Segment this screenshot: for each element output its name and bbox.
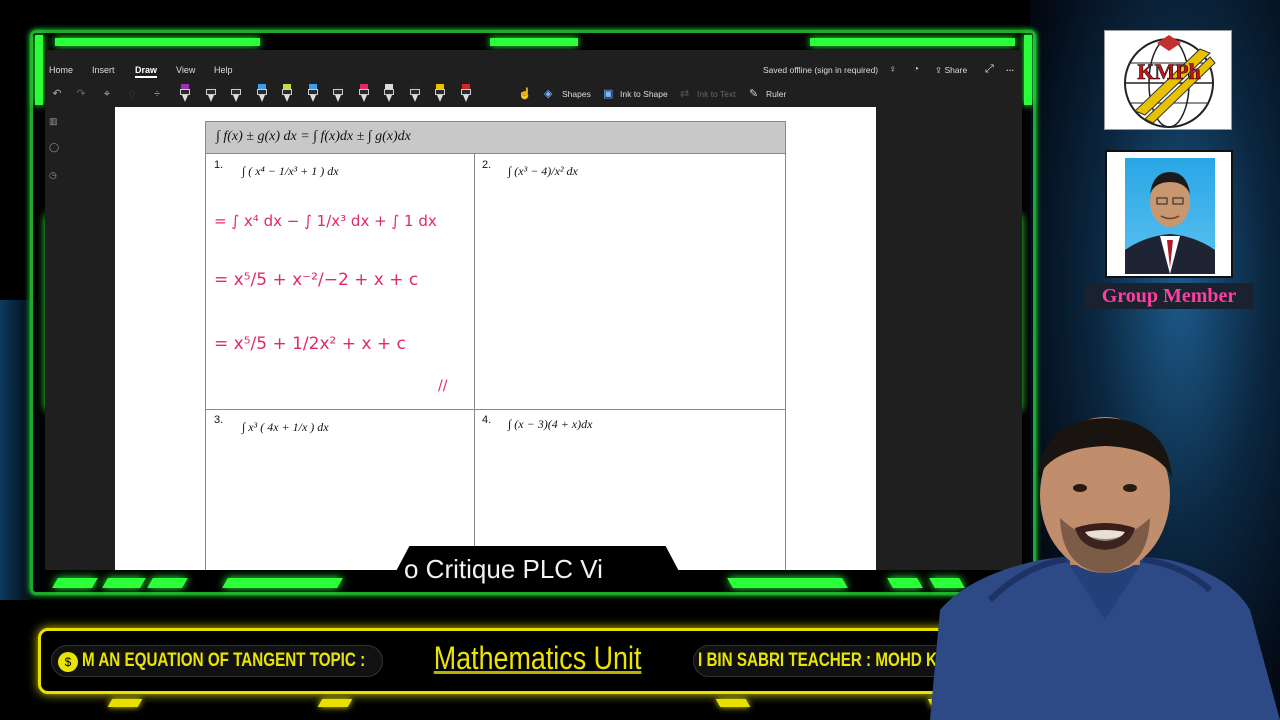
shapes-icon: ◈ bbox=[544, 88, 553, 100]
logo-graphic: KMPh bbox=[1124, 35, 1216, 128]
ink-replay-icon[interactable]: ☝ bbox=[517, 86, 533, 102]
question-4-number: 4. bbox=[482, 414, 492, 426]
pen-11-icon[interactable] bbox=[434, 84, 446, 104]
frame-bar-top-right bbox=[810, 38, 1015, 46]
logo-text: KMPh bbox=[1137, 59, 1201, 84]
ink-to-shape-button[interactable]: Ink to Shape bbox=[620, 89, 668, 99]
lightbulb-icon[interactable]: ♀ bbox=[889, 64, 897, 75]
presenter-figure bbox=[930, 417, 1280, 720]
bottom-ticker: $ M AN EQUATION OF TANGENT TOPIC : Mathe… bbox=[38, 628, 1030, 694]
frame-bar-bottom-1 bbox=[52, 578, 98, 588]
redo-icon[interactable]: ↷ bbox=[73, 86, 89, 102]
frame-bar-bottom-2 bbox=[102, 578, 146, 588]
ink-to-shape-icon: ▣ bbox=[603, 88, 614, 100]
lasso-select-icon[interactable]: ⌖ bbox=[99, 86, 115, 102]
share-button[interactable]: ⇪ Share bbox=[935, 65, 967, 76]
save-status: Saved offline (sign in required) bbox=[763, 65, 879, 75]
note-page[interactable]: ∫ f(x) ± g(x) dx = ∫ f(x)dx ± ∫ g(x)dx 1… bbox=[115, 107, 876, 570]
ink-to-text-icon: ⇄ bbox=[680, 88, 690, 100]
pen-7-icon[interactable] bbox=[332, 84, 344, 104]
pen-9-icon[interactable] bbox=[383, 84, 395, 104]
pen-10-icon[interactable] bbox=[409, 84, 421, 104]
frame-bar-bottom-5 bbox=[727, 578, 848, 588]
pen-12-icon[interactable] bbox=[460, 84, 472, 104]
member-photo-frame bbox=[1105, 150, 1233, 278]
unit-title: Mathematics Unit bbox=[434, 640, 642, 676]
money-bag-icon: $ bbox=[58, 652, 78, 672]
bell-icon[interactable]: ◔ bbox=[913, 64, 919, 75]
question-2-expression: ∫ (x³ − 4)/x² dx bbox=[508, 164, 578, 178]
expand-icon[interactable]: ⤢ bbox=[985, 63, 994, 76]
ink-solution-line-3: = x⁵/5 + 1/2x² + x + c bbox=[214, 334, 406, 354]
frame-bar-left-top bbox=[35, 35, 43, 105]
pen-3-icon[interactable] bbox=[230, 84, 242, 104]
side-strip: ▥ ◯ ◷ bbox=[45, 108, 65, 570]
member-portrait bbox=[1125, 172, 1215, 274]
pen-2-icon[interactable] bbox=[205, 84, 217, 104]
tab-help[interactable]: Help bbox=[214, 65, 233, 75]
table-divider-horizontal bbox=[206, 409, 785, 410]
draw-toolbar: ↶ ↷ ⌖ ◌ ÷ ☝ ◈ Shapes ▣ Ink to Shape ⇄ In… bbox=[45, 84, 1022, 106]
member-photo bbox=[1125, 158, 1215, 274]
ruler-button[interactable]: Ruler bbox=[766, 89, 786, 99]
ticker-left-text: M AN EQUATION OF TANGENT TOPIC : bbox=[82, 650, 366, 671]
share-label: Share bbox=[944, 65, 968, 75]
worksheet-table: ∫ f(x) ± g(x) dx = ∫ f(x)dx ± ∫ g(x)dx 1… bbox=[205, 121, 786, 570]
worksheet-header-formula: ∫ f(x) ± g(x) dx = ∫ f(x)dx ± ∫ g(x)dx bbox=[206, 122, 785, 154]
ink-solution-line-2: = x⁵/5 + x⁻²/−2 + x + c bbox=[214, 270, 419, 290]
shapes-button[interactable]: Shapes bbox=[562, 89, 591, 99]
question-1-number: 1. bbox=[214, 159, 224, 171]
tab-view[interactable]: View bbox=[176, 65, 195, 75]
frame-bar-top-left bbox=[55, 38, 260, 46]
ticker-accent-2 bbox=[317, 699, 353, 707]
frame-bar-bottom-3 bbox=[147, 578, 188, 588]
question-1-expression: ∫ ( x⁴ − 1/x³ + 1 ) dx bbox=[242, 164, 339, 178]
ink-to-text-button[interactable]: Ink to Text bbox=[697, 89, 736, 99]
recent-icon[interactable]: ◷ bbox=[49, 170, 57, 181]
school-logo: KMPh bbox=[1104, 30, 1232, 130]
ruler-icon: ✎ bbox=[749, 88, 759, 100]
ticker-center: Mathematics Unit bbox=[413, 635, 663, 687]
eraser-icon[interactable]: ◌ bbox=[124, 86, 140, 102]
question-3-number: 3. bbox=[214, 414, 224, 426]
pen-1-icon[interactable] bbox=[179, 84, 191, 104]
notebooks-icon[interactable]: ▥ bbox=[49, 116, 58, 127]
ticker-left-pill: $ M AN EQUATION OF TANGENT TOPIC : bbox=[51, 645, 383, 677]
scrolling-title: o Critique PLC Vi bbox=[404, 554, 603, 584]
table-divider-vertical bbox=[474, 154, 475, 570]
question-2-number: 2. bbox=[482, 159, 492, 171]
frame-bar-bottom-4 bbox=[222, 578, 343, 588]
group-member-label: Group Member bbox=[1084, 283, 1254, 309]
add-space-icon[interactable]: ÷ bbox=[149, 86, 165, 102]
pen-6-icon[interactable] bbox=[307, 84, 319, 104]
ink-tick-mark: // bbox=[438, 378, 448, 394]
shared-screen-window: Home Insert Draw View Help Saved offline… bbox=[45, 50, 1022, 570]
pen-4-icon[interactable] bbox=[256, 84, 268, 104]
tab-home[interactable]: Home bbox=[49, 65, 73, 75]
frame-bar-top-center bbox=[490, 38, 578, 46]
search-icon[interactable]: ◯ bbox=[49, 142, 59, 153]
ticker-accent-1 bbox=[107, 699, 143, 707]
pen-8-icon[interactable] bbox=[358, 84, 370, 104]
tab-insert[interactable]: Insert bbox=[92, 65, 115, 75]
pen-5-icon[interactable] bbox=[281, 84, 293, 104]
frame-bar-bottom-6 bbox=[887, 578, 923, 588]
more-options-button[interactable]: ··· bbox=[1006, 65, 1015, 75]
status-area: Saved offline (sign in required) ♀ ◔ ⇪ S… bbox=[763, 63, 1022, 79]
ink-solution-line-1: = ∫ x⁴ dx − ∫ 1/x³ dx + ∫ 1 dx bbox=[214, 212, 437, 230]
question-3-expression: ∫ x³ ( 4x + 1/x ) dx bbox=[242, 420, 329, 434]
frame-bar-right-top bbox=[1024, 35, 1032, 105]
presenter-video bbox=[930, 410, 1280, 720]
tab-draw[interactable]: Draw bbox=[135, 65, 158, 78]
question-4-expression: ∫ (x − 3)(4 + x)dx bbox=[508, 417, 593, 431]
undo-icon[interactable]: ↶ bbox=[49, 86, 65, 102]
ticker-accent-3 bbox=[715, 699, 751, 707]
